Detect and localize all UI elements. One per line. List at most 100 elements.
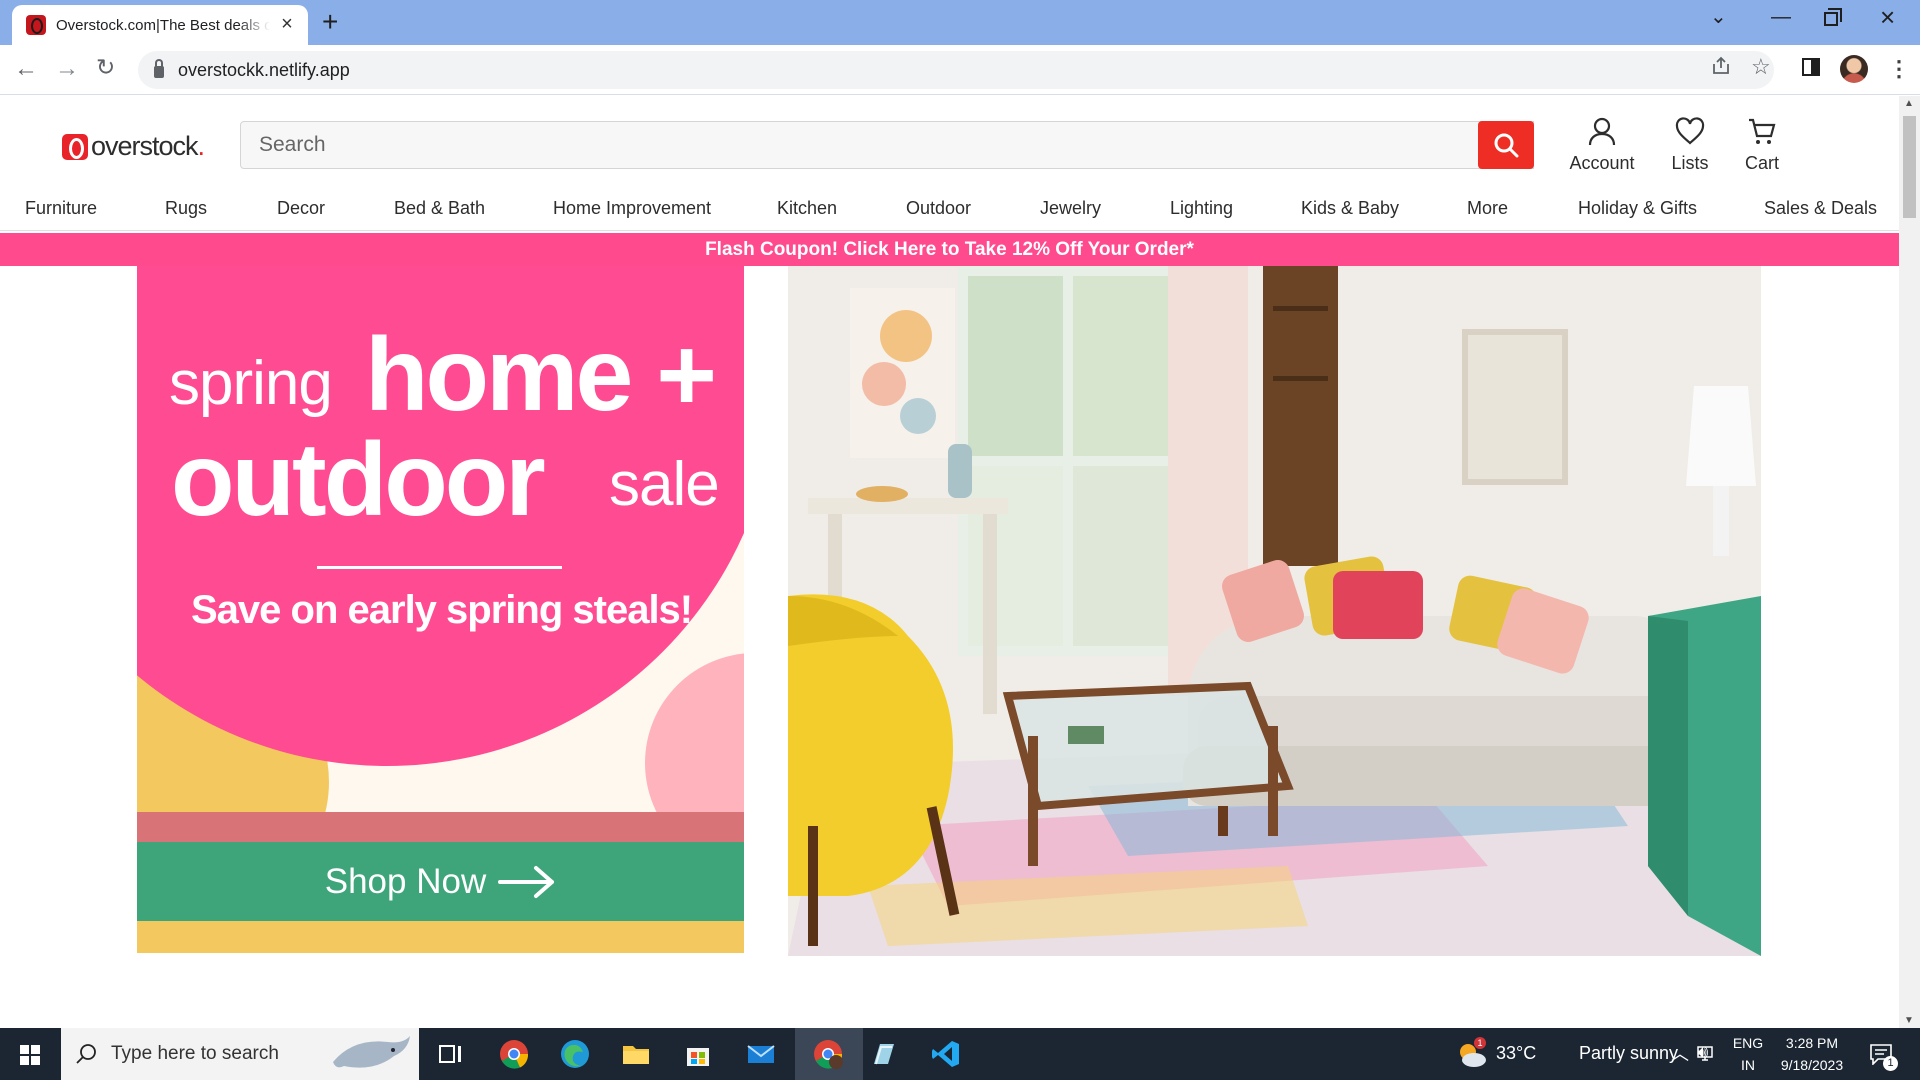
browser-tab-bar: Overstock.com|The Best deals on × + ⌄ — … [0,0,1920,45]
clock[interactable]: 3:28 PM 9/18/2023 [1772,1032,1852,1076]
search-box [240,121,1534,169]
weather-condition[interactable]: Partly sunny [1579,1043,1678,1064]
minimize-button[interactable]: — [1771,6,1791,29]
site-header: overstock Account Lists [0,96,1899,188]
taskbar-search-box[interactable]: Type here to search [61,1028,419,1080]
clock-date: 9/18/2023 [1780,1057,1844,1073]
clock-time: 3:28 PM [1785,1035,1839,1051]
language-code: ENG [1732,1035,1764,1051]
search-button[interactable] [1478,121,1534,169]
url-text[interactable]: overstockk.netlify.app [178,60,350,81]
tab-title: Overstock.com|The Best deals on [56,16,270,34]
chrome-icon[interactable] [498,1038,530,1070]
weather-badge: 1 [1474,1037,1486,1049]
search-icon [1494,133,1519,158]
shop-now-button[interactable]: Shop Now [137,842,744,921]
scroll-up-arrow-icon[interactable]: ▲ [1904,98,1914,109]
hero-word-spring: spring [169,349,333,418]
mail-icon[interactable] [745,1038,777,1070]
cart-icon [1749,118,1776,144]
nav-holiday-gifts[interactable]: Holiday & Gifts [1578,198,1697,219]
back-arrow-icon[interactable]: ← [14,55,38,83]
hero-word-home: home + [365,317,717,433]
forward-arrow-icon[interactable]: → [55,55,79,83]
address-bar[interactable]: overstockk.netlify.app [138,51,1774,89]
volume-icon[interactable]: 🔊︎ [1697,1042,1708,1063]
weather-temperature[interactable]: 33°C [1496,1043,1536,1064]
living-room-image [788,266,1761,956]
flash-coupon-banner[interactable]: Flash Coupon! Click Here to Take 12% Off… [0,233,1899,266]
windows-taskbar: Type here to search 1 33°C Partly sunny … [0,1028,1920,1080]
cart-button[interactable]: Cart [1741,116,1783,174]
search-input[interactable] [241,122,1533,168]
region-code: IN [1741,1057,1755,1073]
edge-icon[interactable] [559,1038,591,1070]
vscode-icon[interactable] [930,1038,962,1070]
microsoft-store-icon[interactable] [682,1038,714,1070]
taskbar-search-placeholder: Type here to search [111,1043,279,1064]
lock-icon[interactable] [154,59,164,78]
nav-outdoor[interactable]: Outdoor [906,198,971,219]
living-room-photo[interactable] [788,266,1761,956]
nav-jewelry[interactable]: Jewelry [1040,198,1101,219]
logo-text: overstock [91,131,204,162]
arrow-right-icon [498,865,555,898]
browser-tab[interactable]: Overstock.com|The Best deals on × [12,5,308,45]
close-tab-icon[interactable]: × [276,14,298,36]
nav-decor[interactable]: Decor [277,198,325,219]
profile-avatar[interactable] [1840,55,1868,83]
nav-home-improvement[interactable]: Home Improvement [553,198,711,219]
category-nav: Furniture Rugs Decor Bed & Bath Home Imp… [0,188,1899,231]
nav-kids-baby[interactable]: Kids & Baby [1301,198,1399,219]
search-icon [76,1044,96,1064]
decor-stripe-rose [137,812,744,842]
windows-start-icon[interactable] [20,1045,40,1065]
browser-toolbar: ← → ↻ overstockk.netlify.app ☆ ⋮ [0,45,1920,95]
shop-now-label: Shop Now [324,861,487,901]
cart-label: Cart [1744,153,1779,173]
nav-lighting[interactable]: Lighting [1170,198,1233,219]
restore-button[interactable] [1824,8,1842,26]
lists-label: Lists [1671,153,1709,173]
account-label: Account [1569,153,1635,173]
browser-menu-icon[interactable]: ⋮ [1888,55,1910,83]
page-scrollbar[interactable]: ▲ ▼ [1899,96,1920,1028]
heart-icon [1675,117,1705,145]
notes-app-icon[interactable] [868,1038,900,1070]
bookmark-star-icon[interactable]: ☆ [1751,54,1771,80]
tab-search-chevron-icon[interactable]: ⌄ [1710,4,1727,29]
nav-furniture[interactable]: Furniture [25,198,97,219]
scrollbar-thumb[interactable] [1903,116,1916,218]
user-icon [1588,117,1616,146]
scroll-down-arrow-icon[interactable]: ▼ [1904,1015,1914,1026]
overstock-favicon-icon [26,15,46,35]
hero-subtitle: Save on early spring steals! [191,588,693,632]
task-view-icon[interactable] [436,1038,468,1070]
side-panel-icon[interactable] [1802,58,1820,76]
hero-word-sale: sale [609,450,720,519]
show-hidden-icons-chevron-icon[interactable]: ︿ [1671,1040,1689,1066]
close-window-button[interactable]: × [1880,2,1895,33]
search-highlight-fish-icon [333,1036,410,1068]
notification-count-badge: 1 [1883,1056,1898,1071]
language-indicator[interactable]: ENG IN [1730,1032,1766,1076]
lists-button[interactable]: Lists [1665,116,1715,174]
webpage: overstock Account Lists [0,96,1899,1028]
nav-sales-deals[interactable]: Sales & Deals [1764,198,1877,219]
share-icon[interactable] [1711,56,1731,76]
hero-word-outdoor: outdoor [171,422,546,538]
overstock-logo[interactable]: overstock [62,131,204,162]
file-explorer-icon[interactable] [620,1038,652,1070]
nav-bed-bath[interactable]: Bed & Bath [394,198,485,219]
nav-kitchen[interactable]: Kitchen [777,198,837,219]
spring-sale-promo[interactable]: spring home + outdoor sale Save on early… [137,266,744,953]
nav-rugs[interactable]: Rugs [165,198,207,219]
nav-more[interactable]: More [1467,198,1508,219]
decor-stripe-yellow [137,921,744,953]
hero-divider [317,566,562,569]
new-tab-button[interactable]: + [322,8,338,36]
reload-icon[interactable]: ↻ [96,54,115,81]
account-button[interactable]: Account [1569,116,1635,174]
overstock-logo-icon [62,133,88,160]
chrome-profile-icon[interactable] [812,1038,844,1070]
